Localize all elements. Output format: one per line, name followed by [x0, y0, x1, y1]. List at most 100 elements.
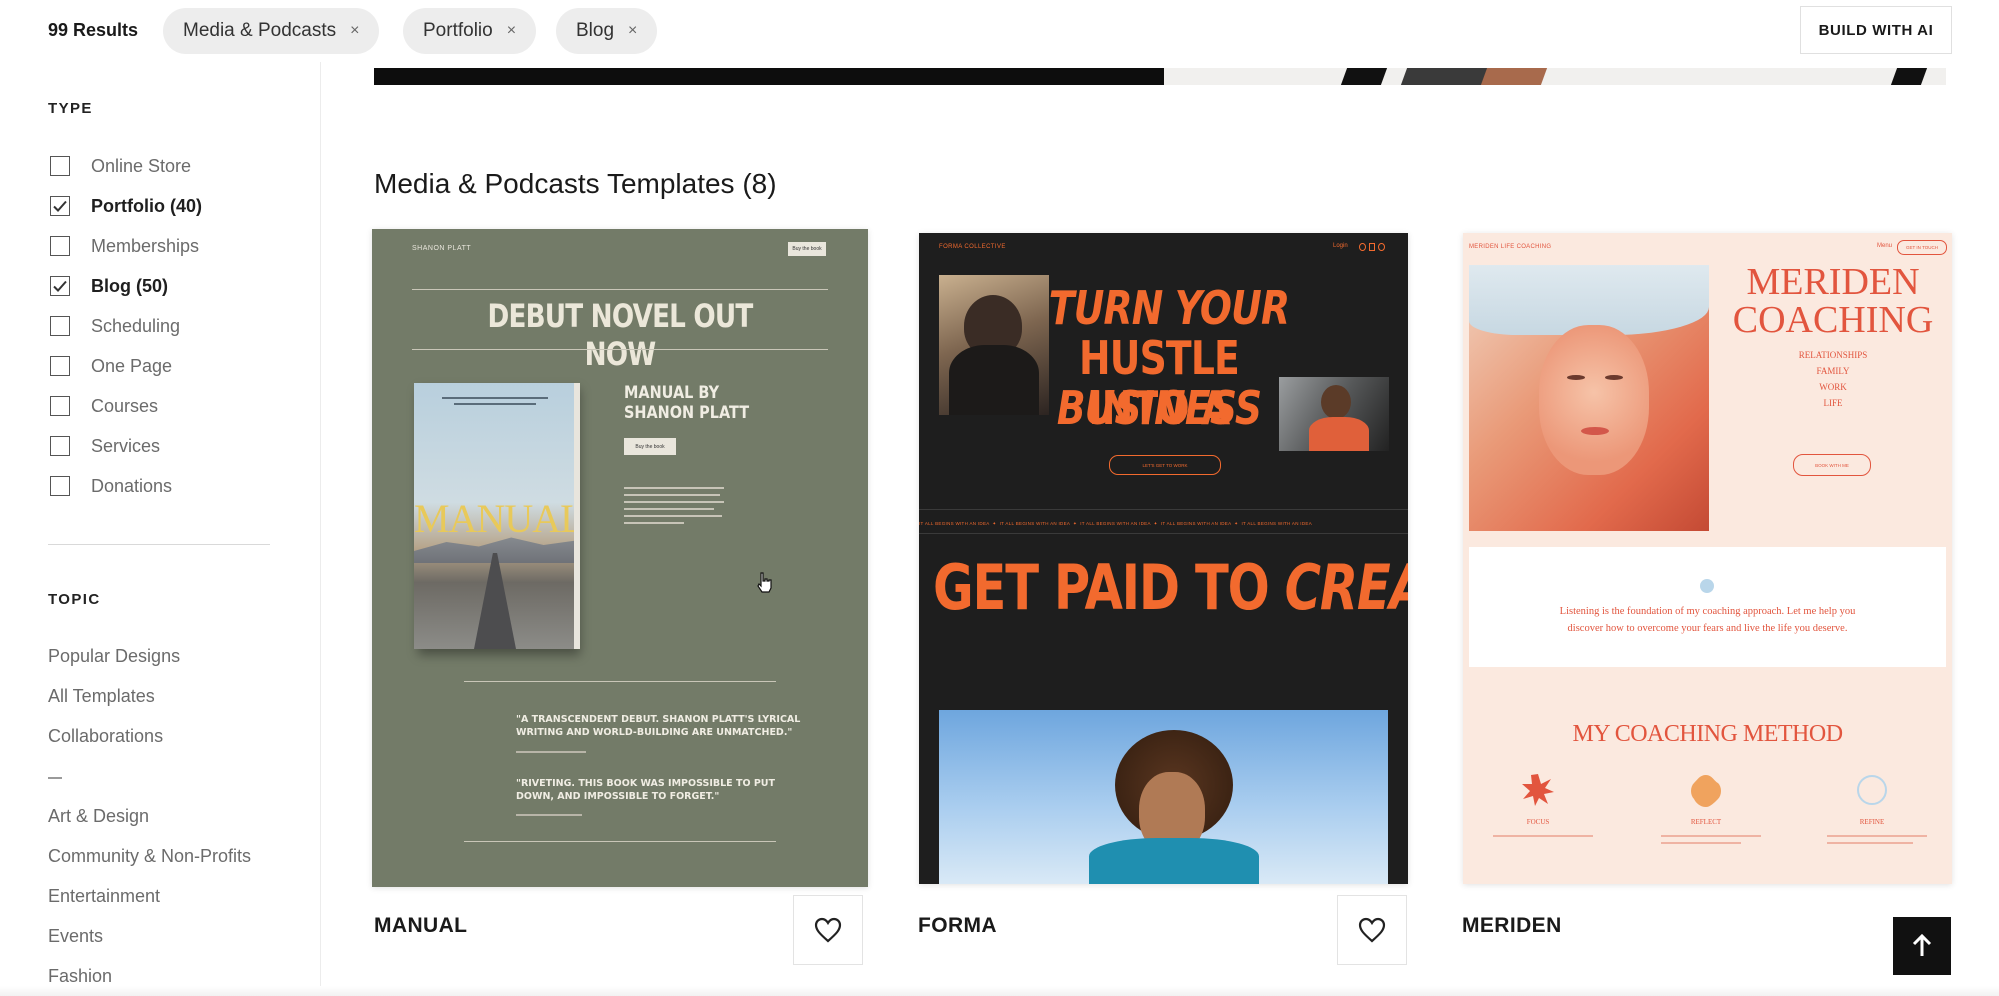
type-filter-memberships[interactable]: Memberships: [50, 234, 199, 258]
forma-ticker-item: IT ALL BEGINS WITH AN IDEA: [1241, 521, 1313, 526]
checkbox[interactable]: [50, 436, 70, 456]
type-section-title: TYPE: [48, 100, 93, 117]
template-name-meriden[interactable]: MERIDEN: [1462, 914, 1562, 938]
results-header: 99 Results Media & Podcasts × Portfolio …: [0, 0, 1999, 62]
manual-subtitle-line1: MANUAL BY: [624, 383, 720, 403]
checkbox[interactable]: [50, 396, 70, 416]
topic-fashion[interactable]: Fashion: [48, 966, 112, 987]
manual-quote-2-line2: DOWN, AND IMPOSSIBLE TO FORGET.": [516, 791, 720, 802]
meriden-topic: FAMILY: [1816, 366, 1850, 376]
forma-photo-3: [939, 710, 1388, 884]
type-filter-label: Online Store: [91, 155, 192, 176]
close-icon[interactable]: ×: [350, 22, 359, 40]
meriden-step-refine: REFINE: [1859, 818, 1885, 826]
template-thumbnail-forma[interactable]: FORMA COLLECTIVE Login TURN YOUR HUSTLE …: [919, 233, 1408, 884]
refine-circle-icon: [1857, 775, 1887, 805]
manual-quote-2-line1: "RIVETING. THIS BOOK WAS IMPOSSIBLE TO P…: [516, 778, 775, 789]
manual-quote-1: "A TRANSCENDENT DEBUT. SHANON PLATT'S LY…: [516, 713, 800, 739]
template-name-forma[interactable]: FORMA: [918, 914, 997, 938]
forma-section-italic: CREATE: [1284, 551, 1408, 624]
manual-quote-1-line1: "A TRANSCENDENT DEBUT. SHANON PLATT'S LY…: [516, 714, 801, 725]
checkbox[interactable]: [50, 236, 70, 256]
meriden-nav-item: Menu: [1877, 243, 1893, 249]
type-filter-online-store[interactable]: Online Store: [50, 154, 191, 178]
manual-book-title: MANUAL: [414, 496, 576, 541]
results-count: 99 Results: [48, 20, 139, 40]
type-filter-label: One Page: [91, 355, 173, 376]
build-with-ai-button[interactable]: BUILD WITH AI: [1800, 6, 1952, 54]
forma-brand: FORMA COLLECTIVE: [939, 244, 1006, 250]
manual-headline: DEBUT NOVEL OUT NOW: [487, 297, 754, 373]
type-filter-courses[interactable]: Courses: [50, 394, 158, 418]
section-heading: Media & Podcasts Templates (8): [374, 168, 777, 199]
meriden-title: MERIDEN COACHING: [1723, 263, 1943, 339]
filter-chip-label: Portfolio: [423, 20, 493, 41]
meriden-step-focus: FOCUS: [1526, 818, 1550, 826]
topic-collaborations[interactable]: Collaborations: [48, 726, 163, 747]
filter-chip-portfolio[interactable]: Portfolio ×: [403, 8, 537, 54]
meriden-topic: WORK: [1819, 382, 1847, 392]
type-filter-label: Services: [91, 435, 161, 456]
meriden-brand: MERIDEN LIFE COACHING: [1469, 244, 1552, 250]
type-filter-portfolio[interactable]: Portfolio (40): [50, 194, 202, 218]
forma-photo-1: [939, 275, 1049, 415]
checkbox[interactable]: [50, 316, 70, 336]
meriden-intro-line1: Listening is the foundation of my coachi…: [1559, 606, 1856, 617]
template-thumbnail-meriden[interactable]: MERIDEN LIFE COACHING Menu GET IN TOUCH …: [1463, 233, 1952, 884]
filter-chip-media-podcasts[interactable]: Media & Podcasts ×: [163, 8, 380, 54]
template-name-manual[interactable]: MANUAL: [374, 914, 467, 938]
type-filter-blog[interactable]: Blog (50): [50, 274, 168, 298]
topic-events[interactable]: Events: [48, 926, 103, 947]
meriden-method-title: MY COACHING METHOD: [1572, 721, 1843, 747]
favorite-button-manual[interactable]: [793, 895, 863, 965]
type-filter-scheduling[interactable]: Scheduling: [50, 314, 180, 338]
forma-ticker-item: IT ALL BEGINS WITH AN IDEA: [1080, 521, 1151, 526]
checkbox-checked[interactable]: [50, 196, 70, 216]
filter-chip-label: Blog: [576, 20, 615, 41]
forma-ticker-item: IT ALL BEGINS WITH AN IDEA: [999, 521, 1070, 526]
close-icon[interactable]: ×: [628, 22, 637, 40]
heart-icon: [814, 917, 842, 943]
heart-icon: [1358, 917, 1386, 943]
topic-art-design[interactable]: Art & Design: [48, 806, 149, 827]
previous-section-thumbnails: [374, 68, 1946, 85]
reflect-flower-icon: [1691, 775, 1721, 807]
manual-book-cover: MANUAL: [414, 383, 576, 649]
topic-section-title: TOPIC: [48, 591, 101, 608]
topic-entertainment[interactable]: Entertainment: [48, 886, 160, 907]
forma-hero-line1: TURN YOUR: [1048, 281, 1290, 335]
meriden-topic: RELATIONSHIPS: [1798, 350, 1868, 360]
page-bottom-edge: [0, 986, 1999, 996]
check-icon: [53, 280, 67, 292]
checkbox[interactable]: [50, 476, 70, 496]
forma-hero-title: TURN YOUR: [1046, 283, 1292, 333]
topic-popular-designs[interactable]: Popular Designs: [48, 646, 180, 667]
meriden-nav-button: GET IN TOUCH: [1897, 240, 1947, 255]
meriden-title-line1: MERIDEN: [1746, 261, 1920, 303]
type-filter-donations[interactable]: Donations: [50, 474, 172, 498]
close-icon[interactable]: ×: [507, 22, 516, 40]
topic-community-non-profits[interactable]: Community & Non-Profits: [48, 846, 251, 867]
type-filter-label: Courses: [91, 395, 159, 416]
forma-ticker-item: IT ALL BEGINS WITH AN IDEA: [1160, 521, 1232, 526]
manual-subtitle: MANUAL BY SHANON PLATT: [624, 383, 749, 423]
filter-sidebar: TYPE Online Store Portfolio (40) Members…: [0, 62, 321, 996]
meriden-title-line2: COACHING: [1732, 299, 1934, 341]
forma-ticker-item: IT ALL BEGINS WITH AN IDEA: [919, 521, 990, 526]
forma-login: Login: [1333, 243, 1348, 249]
manual-brand: SHANON PLATT: [412, 245, 472, 252]
meriden-intro-panel: Listening is the foundation of my coachi…: [1469, 547, 1946, 667]
checkbox-checked[interactable]: [50, 276, 70, 296]
type-filter-label: Scheduling: [91, 315, 181, 336]
checkbox[interactable]: [50, 156, 70, 176]
favorite-button-forma[interactable]: [1337, 895, 1407, 965]
template-thumbnail-manual[interactable]: SHANON PLATT Buy the book DEBUT NOVEL OU…: [372, 229, 868, 887]
checkbox[interactable]: [50, 356, 70, 376]
filter-chip-blog[interactable]: Blog ×: [556, 8, 658, 54]
forma-section-plain: GET PAID TO: [933, 551, 1270, 624]
scroll-to-top-button[interactable]: [1893, 917, 1951, 975]
type-filter-services[interactable]: Services: [50, 434, 160, 458]
type-filter-one-page[interactable]: One Page: [50, 354, 172, 378]
topic-all-templates[interactable]: All Templates: [48, 686, 155, 707]
topic-separator: [48, 777, 62, 779]
